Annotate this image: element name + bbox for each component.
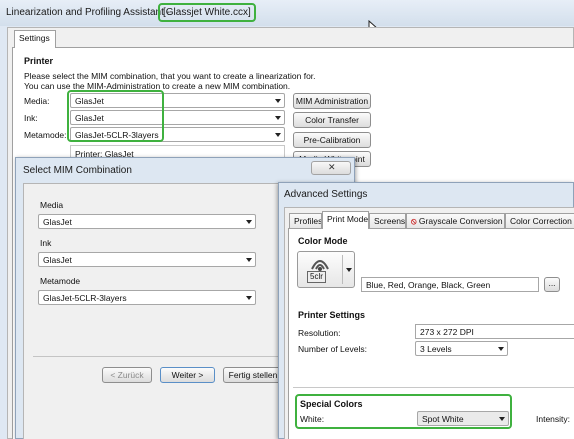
finish-button[interactable]: Fertig stellen	[223, 367, 283, 383]
chevron-down-icon	[246, 220, 252, 224]
chevron-down-icon	[246, 296, 252, 300]
chevron-down-icon	[275, 116, 281, 120]
chevron-down-icon	[346, 268, 352, 272]
chevron-down-icon	[275, 133, 281, 137]
dlg-ink-select[interactable]: GlasJet	[38, 252, 256, 267]
special-colors-header: Special Colors	[300, 399, 363, 409]
intensity-label: Intensity:	[536, 414, 571, 424]
tab-screens[interactable]: Screens	[369, 213, 406, 229]
printer-section-header: Printer	[24, 56, 54, 66]
tab-grayscale-conversion-label: Grayscale Conversion	[418, 216, 503, 226]
prohibited-icon: ⦸	[411, 216, 417, 226]
tab-settings[interactable]: Settings	[14, 30, 56, 48]
next-button[interactable]: Weiter >	[160, 367, 215, 383]
color-mode-header: Color Mode	[298, 236, 348, 246]
color-mode-split-divider	[342, 255, 343, 284]
instruction-line-1: Please select the MIM combination, that …	[24, 71, 316, 81]
dlg-ink-label: Ink	[40, 238, 52, 248]
color-mode-icon-label: 5clr	[307, 271, 326, 283]
dlg-metamode-select[interactable]: GlasJet-5CLR-3layers	[38, 290, 256, 305]
dlg-metamode-label: Metamode	[40, 276, 81, 286]
advanced-settings-title: Advanced Settings	[284, 189, 368, 200]
color-mode-field[interactable]: Blue, Red, Orange, Black, Green	[361, 277, 539, 292]
printer-settings-header: Printer Settings	[298, 310, 366, 320]
tab-profiles[interactable]: Profiles	[289, 213, 322, 229]
color-mode-browse-button[interactable]: ...	[544, 277, 560, 292]
white-select[interactable]: Spot White	[417, 411, 509, 426]
color-transfer-button[interactable]: Color Transfer	[293, 112, 371, 128]
main-window-title: Linearization and Profiling Assistant -	[6, 7, 170, 18]
tab-color-correction[interactable]: Color Correction	[505, 213, 574, 229]
chevron-down-icon	[498, 347, 504, 351]
select-mim-close-button[interactable]: ✕	[311, 161, 351, 175]
chevron-down-icon	[246, 258, 252, 262]
ink-label: Ink:	[24, 113, 38, 123]
main-title-bar: Linearization and Profiling Assistant - …	[0, 0, 574, 36]
dlg-media-label: Media	[40, 200, 64, 210]
advanced-settings-window: Advanced Settings Profiles Print Mode Sc…	[278, 182, 574, 439]
media-label: Media:	[24, 96, 50, 106]
chevron-down-icon	[499, 417, 505, 421]
white-label: White:	[300, 414, 325, 424]
color-mode-icon-button[interactable]: 5clr	[297, 251, 355, 288]
dlg-media-select[interactable]: GlasJet	[38, 214, 256, 229]
resolution-field: 273 x 272 DPI	[415, 324, 574, 339]
dlg-metamode-select-value: GlasJet-5CLR-3layers	[43, 293, 127, 303]
tab-grayscale-conversion[interactable]: ⦸ Grayscale Conversion	[406, 213, 505, 229]
close-icon: ✕	[328, 162, 336, 172]
dlg-media-select-value: GlasJet	[43, 217, 72, 227]
pre-calibration-button[interactable]: Pre-Calibration	[293, 132, 371, 148]
back-button[interactable]: < Zurück	[102, 367, 152, 383]
tab-print-mode[interactable]: Print Mode	[322, 211, 369, 229]
color-mode-value: Blue, Red, Orange, Black, Green	[366, 280, 491, 290]
levels-select-value: 3 Levels	[420, 344, 452, 354]
metamode-label: Metamode:	[24, 130, 67, 140]
resolution-label: Resolution:	[298, 328, 341, 338]
dlg-ink-select-value: GlasJet	[43, 255, 72, 265]
mim-administration-button[interactable]: MIM Administration	[293, 93, 371, 109]
levels-label: Number of Levels:	[298, 344, 367, 354]
levels-select[interactable]: 3 Levels	[415, 341, 508, 356]
select-mim-title: Select MIM Combination	[23, 165, 132, 176]
resolution-value: 273 x 272 DPI	[420, 327, 474, 337]
main-window-title-file: [Glassjet White.ccx]	[158, 3, 256, 22]
white-select-value: Spot White	[422, 414, 464, 424]
ink-cartridge-icon: 5clr	[306, 257, 334, 283]
chevron-down-icon	[275, 99, 281, 103]
mim-highlight-box	[67, 90, 164, 142]
special-colors-divider	[293, 387, 574, 388]
